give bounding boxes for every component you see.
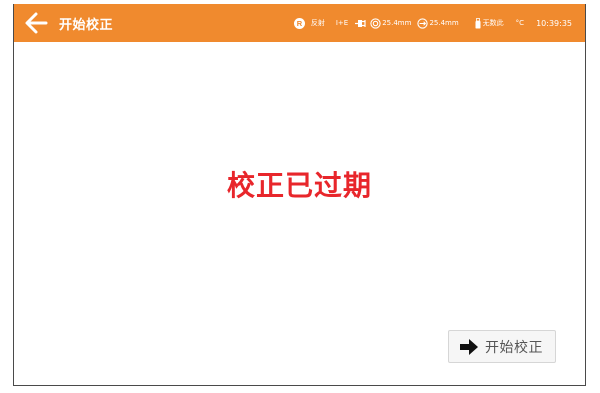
temperature-unit: °C [515,19,525,27]
mode-badge-icon: R [293,17,305,29]
signal-indicator: I+E [336,19,348,27]
usb-stick-icon [475,17,481,28]
distance-indicator: 25.4mm [417,17,459,29]
back-button[interactable] [24,11,50,35]
clock: 10:39:35 [536,18,572,28]
distance-icon [417,17,429,29]
app-window: 开始校正 R 反射 I+E 25.4mm 25.4mm 无数此 °C 10:39… [13,4,586,386]
start-calibration-label: 开始校正 [485,339,543,356]
mode-badge-letter: R [297,19,303,28]
data-indicator: 无数此 [475,17,504,29]
aperture-indicator: 25.4mm [370,17,412,29]
data-label: 无数此 [482,19,504,27]
arrow-left-icon [25,12,48,34]
aperture-value: 25.4mm [382,19,412,27]
mode-label: 反射 [310,19,325,27]
status-bar: R 反射 I+E 25.4mm 25.4mm 无数此 °C 10:39:35 [293,15,572,31]
plug-icon [355,19,366,27]
signal-label: I+E [335,19,349,27]
arrow-right-icon [460,338,478,355]
calibration-expired-message: 校正已过期 [226,169,372,202]
temperature-indicator: °C [516,19,524,27]
aperture-icon [370,17,381,29]
title-bar: 开始校正 R 反射 I+E 25.4mm 25.4mm 无数此 °C 10:39… [14,4,585,42]
start-calibration-button[interactable]: 开始校正 [448,330,556,363]
connection-indicator [355,19,368,28]
distance-value: 25.4mm [429,19,459,27]
mode-indicator: R 反射 [293,17,325,29]
page-title: 开始校正 [59,18,114,33]
